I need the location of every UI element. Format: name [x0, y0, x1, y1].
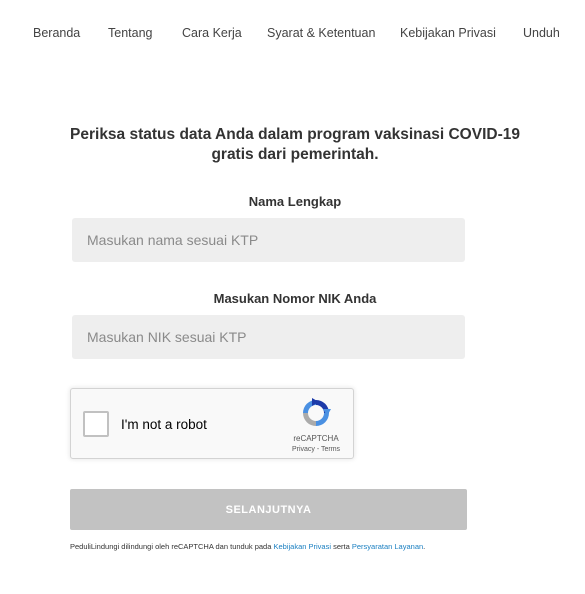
nav-item-tentang[interactable]: Tentang [108, 26, 152, 40]
recaptcha-label: I'm not a robot [121, 417, 207, 432]
nik-input[interactable] [72, 315, 465, 359]
terms-of-service-link[interactable]: Persyaratan Layanan [352, 542, 423, 551]
privacy-policy-link[interactable]: Kebijakan Privasi [273, 542, 331, 551]
submit-button[interactable]: SELANJUTNYA [70, 489, 467, 530]
nav-item-syarat-ketentuan[interactable]: Syarat & Ketentuan [267, 26, 375, 40]
recaptcha-terms-link[interactable]: Terms [321, 446, 340, 453]
notice-middle: serta [331, 542, 352, 551]
recaptcha-brand: reCAPTCHA [293, 434, 339, 443]
page: Beranda Tentang Cara Kerja Syarat & Kete… [0, 0, 585, 594]
nav-item-kebijakan-privasi[interactable]: Kebijakan Privasi [400, 26, 496, 40]
recaptcha-privacy-link[interactable]: Privacy [292, 446, 315, 453]
recaptcha-logo-icon [303, 398, 331, 426]
nik-label: Masukan Nomor NIK Anda [213, 291, 377, 306]
page-title: Periksa status data Anda dalam program v… [70, 126, 520, 163]
notice-suffix: . [423, 542, 426, 551]
top-nav: Beranda Tentang Cara Kerja Syarat & Kete… [0, 26, 585, 44]
recaptcha-checkbox[interactable] [83, 411, 109, 437]
name-input[interactable] [72, 218, 465, 262]
nav-item-beranda[interactable]: Beranda [33, 26, 80, 40]
nav-item-unduh[interactable]: Unduh [523, 26, 560, 40]
name-label: Nama Lengkap [248, 194, 342, 209]
recaptcha-links: Privacy - Terms [281, 446, 351, 453]
notice-prefix: PeduliLindungi dilindungi oleh reCAPTCHA… [70, 542, 274, 551]
recaptcha-notice: PeduliLindungi dilindungi oleh reCAPTCHA… [70, 541, 470, 553]
nav-item-cara-kerja[interactable]: Cara Kerja [182, 26, 242, 40]
recaptcha-widget: I'm not a robot reCAPTCHA Privacy - Term… [70, 388, 354, 459]
